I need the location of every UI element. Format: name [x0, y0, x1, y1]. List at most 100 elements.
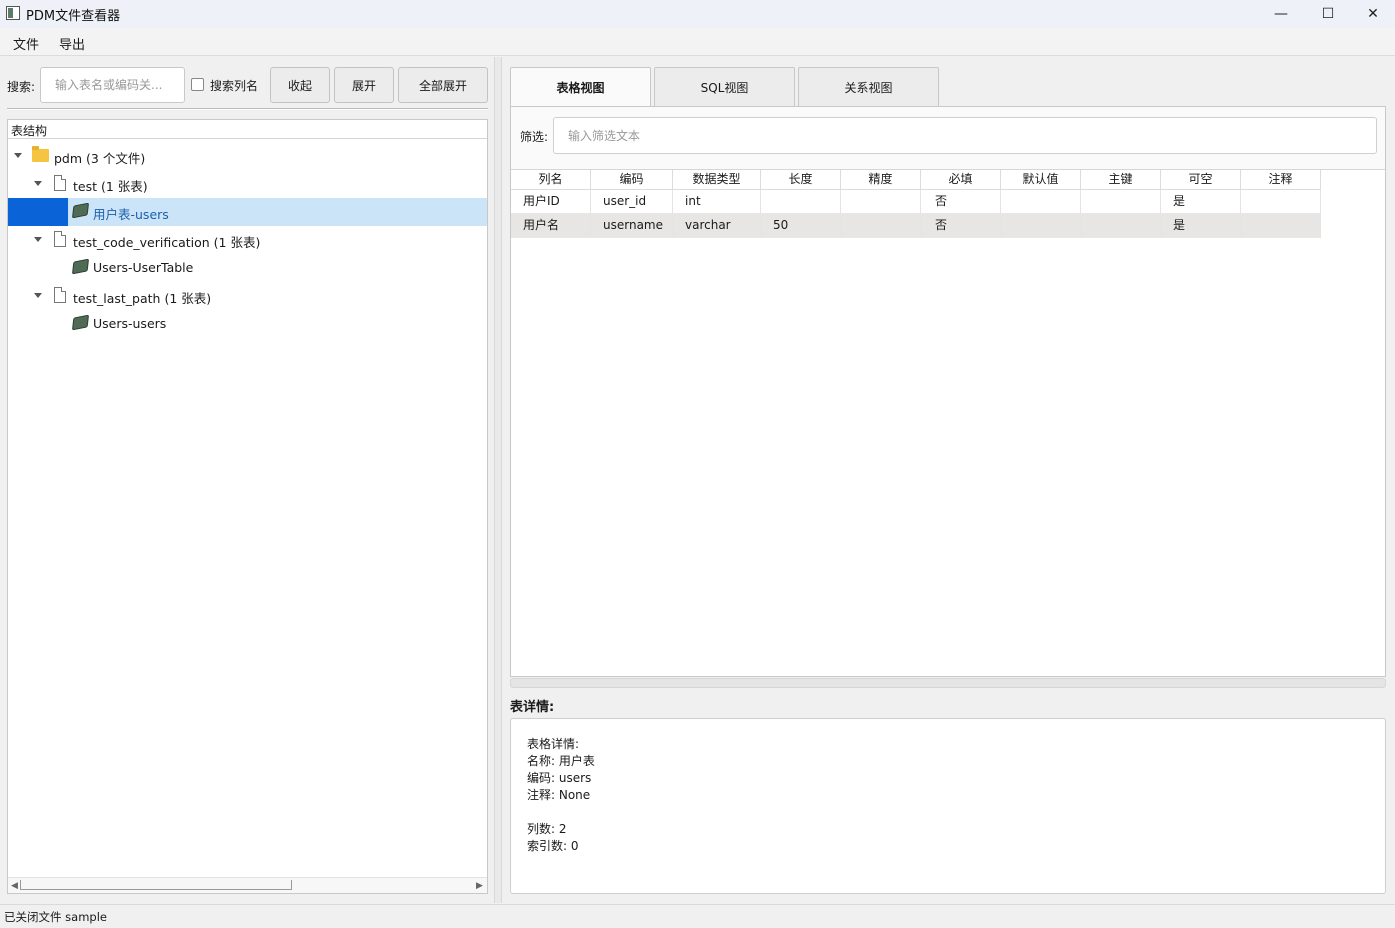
filter-input[interactable] [553, 117, 1377, 154]
chevron-down-icon[interactable] [34, 237, 42, 242]
column-header[interactable]: 可空 [1161, 170, 1241, 190]
filter-label: 筛选: [520, 130, 549, 144]
status-bar: 已关闭文件 sample [0, 904, 1395, 928]
column-header[interactable]: 必填 [921, 170, 1001, 190]
chevron-down-icon[interactable] [14, 153, 22, 158]
details-line: 编码: users [527, 771, 592, 785]
tree-table-item[interactable]: Users-users [8, 310, 487, 338]
tab-table-view[interactable]: 表格视图 [510, 67, 651, 106]
table-view-pane: 筛选: 列名 编码 数据类型 长度 精度 必填 默认值 主键 可空 注释 用户I… [510, 106, 1386, 677]
title-bar: PDM文件查看器 — ☐ ✕ [0, 0, 1395, 28]
table-cell[interactable] [1001, 214, 1081, 238]
chevron-down-icon[interactable] [34, 293, 42, 298]
table-cell[interactable] [1081, 214, 1161, 238]
scrollbar-thumb[interactable] [20, 880, 292, 890]
file-icon [54, 231, 66, 247]
panel-splitter[interactable] [494, 57, 502, 903]
app-icon [6, 6, 20, 20]
close-button[interactable]: ✕ [1350, 0, 1395, 28]
details-label: 表详情: [510, 700, 555, 715]
details-line: 列数: 2 [527, 822, 567, 836]
table-cell[interactable] [1001, 190, 1081, 214]
table-cell[interactable] [1081, 190, 1161, 214]
tab-relation-view[interactable]: 关系视图 [798, 67, 939, 106]
tree-file[interactable]: test_last_path (1 张表) [8, 282, 487, 310]
table-cell[interactable]: 否 [921, 190, 1001, 214]
scroll-right-icon[interactable]: ▶ [476, 881, 483, 891]
details-text[interactable]: 表格详情: 名称: 用户表 编码: users 注释: None 列数: 2 索… [510, 718, 1386, 894]
left-panel: 搜索: 搜索列名 收起 展开 全部展开 表结构 pdm (3 个文件) test… [0, 57, 493, 903]
tree-root-label: pdm (3 个文件) [54, 151, 146, 166]
column-header[interactable]: 精度 [841, 170, 921, 190]
column-header[interactable]: 主键 [1081, 170, 1161, 190]
table-row[interactable]: 用户名 username varchar 50 否 是 [511, 214, 1321, 238]
details-line: 注释: None [527, 788, 591, 802]
table-row[interactable]: 用户ID user_id int 否 是 [511, 190, 1321, 214]
tab-sql-view[interactable]: SQL视图 [654, 67, 795, 106]
tree-file[interactable]: test_code_verification (1 张表) [8, 226, 487, 254]
search-label: 搜索: [7, 80, 36, 94]
table-cell[interactable]: varchar [673, 214, 761, 238]
vertical-splitter-handle[interactable] [510, 678, 1386, 688]
table-cell[interactable]: user_id [591, 190, 673, 214]
table-cell[interactable]: 否 [921, 214, 1001, 238]
tree-table-label: 用户表-users [93, 207, 169, 222]
maximize-button[interactable]: ☐ [1305, 0, 1351, 28]
table-cell[interactable] [841, 190, 921, 214]
column-header[interactable]: 编码 [591, 170, 673, 190]
table-header: 列名 编码 数据类型 长度 精度 必填 默认值 主键 可空 注释 [511, 170, 1321, 190]
horizontal-scrollbar[interactable]: ◀ ▶ [8, 877, 487, 893]
table-cell[interactable] [1241, 190, 1321, 214]
table-tree[interactable]: 表结构 pdm (3 个文件) test (1 张表) 用户表-users te… [7, 119, 488, 894]
columns-table[interactable]: 列名 编码 数据类型 长度 精度 必填 默认值 主键 可空 注释 用户ID us… [511, 169, 1385, 676]
divider [7, 108, 488, 110]
file-icon [54, 287, 66, 303]
folder-icon [32, 146, 49, 162]
column-header[interactable]: 列名 [511, 170, 591, 190]
tree-header: 表结构 [8, 120, 487, 139]
tree-table-label: Users-users [93, 316, 167, 331]
scroll-left-icon[interactable]: ◀ [11, 881, 18, 891]
selection-indicator [8, 198, 68, 226]
tree-table-item[interactable]: 用户表-users [8, 198, 487, 226]
details-line: 名称: 用户表 [527, 754, 595, 768]
table-cell[interactable]: 是 [1161, 214, 1241, 238]
window-title: PDM文件查看器 [26, 9, 121, 24]
details-line: 表格详情: [527, 737, 580, 751]
table-cell[interactable]: 50 [761, 214, 841, 238]
menu-file[interactable]: 文件 [13, 34, 39, 53]
table-cell[interactable]: 是 [1161, 190, 1241, 214]
search-columns-checkbox[interactable] [191, 78, 204, 91]
menu-export[interactable]: 导出 [59, 34, 85, 53]
tree-table-label: Users-UserTable [93, 260, 194, 275]
details-line: 索引数: 0 [527, 839, 579, 853]
tree-file[interactable]: test (1 张表) [8, 170, 487, 198]
expand-all-button[interactable]: 全部展开 [398, 67, 488, 103]
table-cell[interactable]: 用户名 [511, 214, 591, 238]
table-icon [71, 314, 90, 331]
chevron-down-icon[interactable] [34, 181, 42, 186]
column-header[interactable]: 数据类型 [673, 170, 761, 190]
tree-file-label: test_code_verification (1 张表) [73, 235, 261, 250]
table-icon [71, 258, 90, 275]
table-cell[interactable]: int [673, 190, 761, 214]
details-line [527, 804, 1385, 821]
tree-table-item[interactable]: Users-UserTable [8, 254, 487, 282]
tree-file-label: test_last_path (1 张表) [73, 291, 212, 306]
table-cell[interactable]: 用户ID [511, 190, 591, 214]
column-header[interactable]: 默认值 [1001, 170, 1081, 190]
table-cell[interactable] [841, 214, 921, 238]
tree-root[interactable]: pdm (3 个文件) [8, 142, 487, 170]
minimize-button[interactable]: — [1258, 0, 1304, 28]
table-cell[interactable] [1241, 214, 1321, 238]
search-input[interactable] [40, 67, 185, 103]
search-columns-label[interactable]: 搜索列名 [210, 77, 258, 94]
menu-bar: 文件 导出 [0, 28, 1395, 56]
file-icon [54, 175, 66, 191]
expand-button[interactable]: 展开 [334, 67, 394, 103]
column-header[interactable]: 注释 [1241, 170, 1321, 190]
table-cell[interactable]: username [591, 214, 673, 238]
table-cell[interactable] [761, 190, 841, 214]
column-header[interactable]: 长度 [761, 170, 841, 190]
collapse-button[interactable]: 收起 [270, 67, 330, 103]
